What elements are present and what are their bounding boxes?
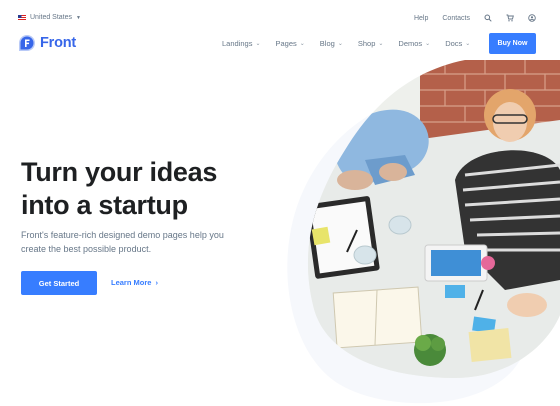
user-icon[interactable] <box>528 14 536 22</box>
nav-item-docs[interactable]: Docs ⌄ <box>445 39 470 48</box>
chevron-down-icon: ⌄ <box>425 41 431 47</box>
chevron-down-icon: ⌄ <box>255 41 261 47</box>
cart-icon[interactable] <box>506 14 514 22</box>
front-logo-icon <box>19 35 35 51</box>
nav-item-shop[interactable]: Shop ⌄ <box>358 39 384 48</box>
chevron-right-icon: › <box>155 278 158 287</box>
top-bar: United States ▼ Help Contacts <box>0 0 560 34</box>
hero-title-line-2: into a startup <box>21 190 188 220</box>
brand-name: Front <box>40 35 77 51</box>
nav-item-demos[interactable]: Demos ⌄ <box>398 39 430 48</box>
nav-item-label: Pages <box>275 39 297 48</box>
locale-label: United States <box>30 14 73 21</box>
hero-image <box>307 60 560 378</box>
chevron-down-icon: ⌄ <box>299 41 305 47</box>
nav-item-label: Landings <box>222 39 253 48</box>
chevron-down-icon: ⌄ <box>378 41 384 47</box>
nav-item-label: Blog <box>319 39 335 48</box>
get-started-button[interactable]: Get Started <box>21 271 97 295</box>
nav-item-blog[interactable]: Blog ⌄ <box>320 39 343 48</box>
help-link[interactable]: Help <box>414 15 428 22</box>
locale-selector[interactable]: United States ▼ <box>18 14 81 21</box>
hero-title: Turn your ideas into a startup <box>21 156 271 222</box>
us-flag-icon <box>18 14 26 21</box>
chevron-down-icon: ⌄ <box>337 41 343 47</box>
nav-item-landings[interactable]: Landings ⌄ <box>222 39 260 48</box>
hero-title-line-1: Turn your ideas <box>21 157 218 187</box>
chevron-down-icon: ▼ <box>76 14 81 21</box>
nav-item-label: Shop <box>357 39 376 48</box>
learn-more-link[interactable]: Learn More › <box>111 278 158 287</box>
hero-subtitle: Front's feature-rich designed demo pages… <box>21 230 224 254</box>
nav-item-pages[interactable]: Pages ⌄ <box>275 39 304 48</box>
chevron-down-icon: ⌄ <box>465 41 471 47</box>
primary-menu: Landings ⌄ Pages ⌄ Blog ⌄ Shop ⌄ Demos ⌄… <box>222 39 485 48</box>
contacts-link[interactable]: Contacts <box>442 15 470 22</box>
learn-more-label: Learn More <box>111 278 152 287</box>
brand-logo[interactable]: Front <box>18 34 76 52</box>
nav-item-label: Docs <box>445 39 463 48</box>
search-icon[interactable] <box>484 14 492 22</box>
main-navbar: Front Landings ⌄ Pages ⌄ Blog ⌄ Shop ⌄ D… <box>0 30 560 60</box>
nav-item-label: Demos <box>398 39 423 48</box>
buy-now-button[interactable]: Buy Now <box>489 33 536 54</box>
